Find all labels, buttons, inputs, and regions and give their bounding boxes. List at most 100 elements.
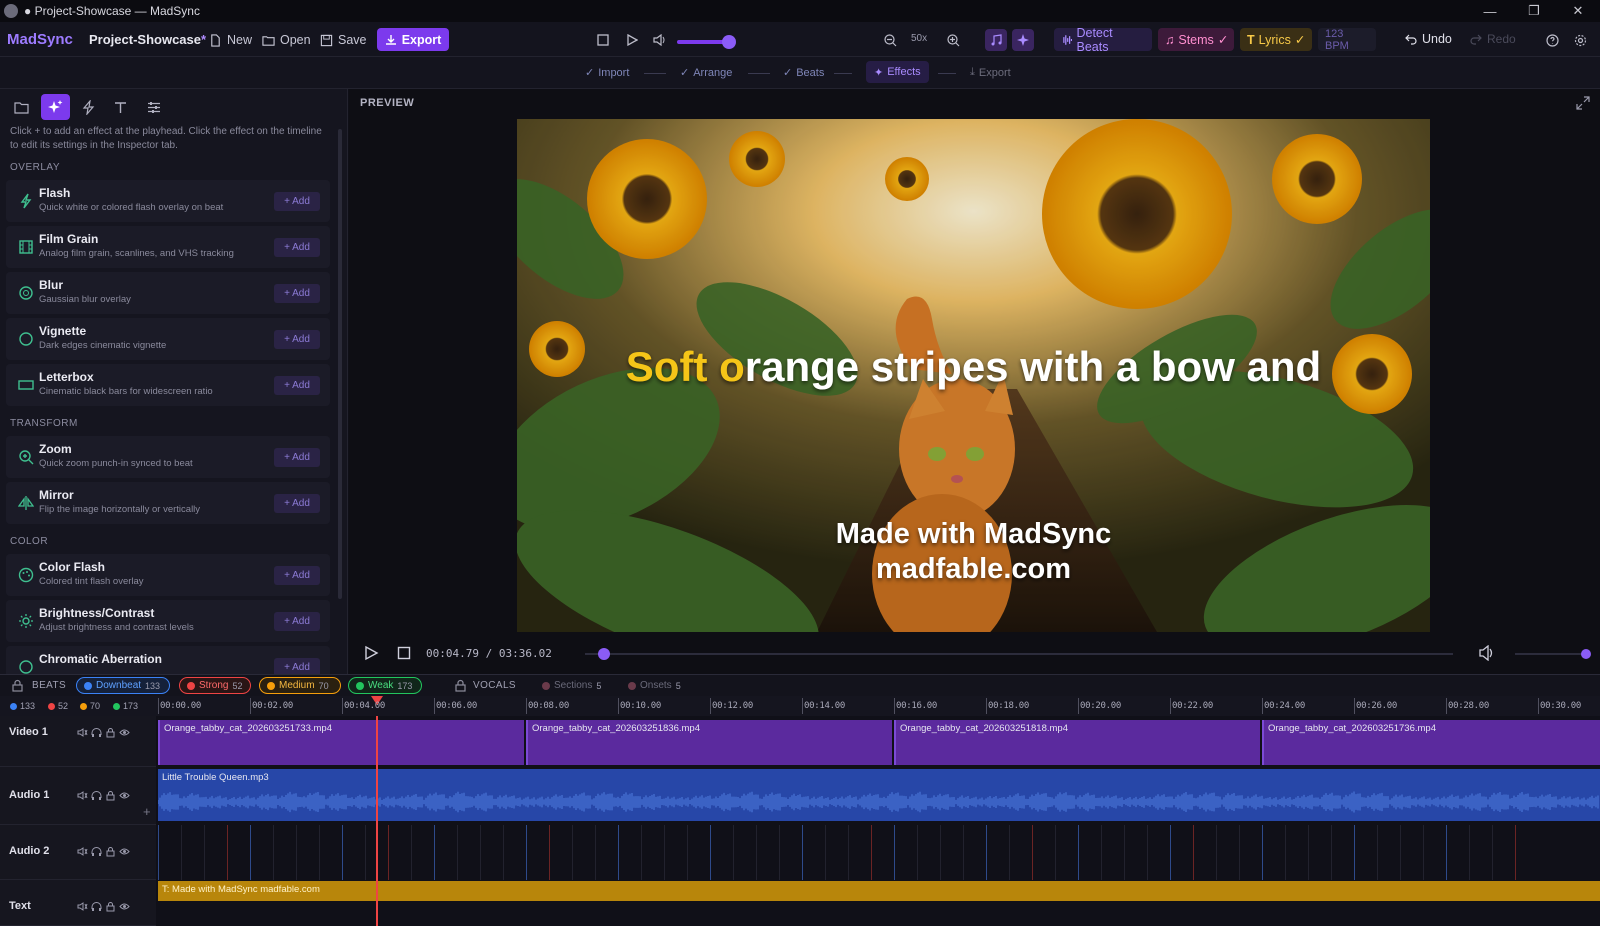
chip-downbeat[interactable]: Downbeat133 [76,677,170,694]
open-button[interactable]: Open [262,29,311,51]
add-letterbox-button[interactable]: + Add [274,376,320,395]
beat-marker [802,825,803,880]
video-clip[interactable]: Orange_tabby_cat_202603251818.mp4 [894,720,1260,765]
video-clip[interactable]: Orange_tabby_cat_202603251733.mp4 [158,720,524,765]
effect-card-vignette[interactable]: Vignette Dark edges cinematic vignette +… [6,318,330,360]
effect-card-film-grain[interactable]: Film Grain Analog film grain, scanlines,… [6,226,330,268]
chip-weak[interactable]: Weak173 [348,677,422,694]
add-color-flash-button[interactable]: + Add [274,566,320,585]
step-arrange[interactable]: ✓Arrange [680,66,732,79]
video-frame[interactable]: Soft orange stripes with a bow and Made … [517,119,1430,632]
vocals-lock-icon[interactable] [454,679,467,692]
lock-icon[interactable] [105,727,116,738]
expand-icon[interactable] [1576,96,1590,110]
scrub-handle[interactable] [598,648,610,660]
lock-icon[interactable] [11,679,24,692]
add-brightness-contrast-button[interactable]: + Add [274,612,320,631]
lock-icon[interactable] [105,790,116,801]
tab-effects[interactable] [41,94,70,120]
chip-sections[interactable]: Sections5 [535,677,608,694]
tab-media[interactable] [7,94,36,120]
scrub-bar[interactable] [585,653,1453,655]
music-note-button[interactable] [985,29,1007,51]
stop-icon[interactable] [397,646,411,660]
add-track-button[interactable]: + [143,804,151,819]
redo-button[interactable]: Redo [1470,32,1516,46]
add-chromatic-aberration-button[interactable]: + Add [274,658,320,674]
help-button[interactable] [1542,30,1562,50]
mute-icon[interactable] [77,727,88,738]
lyrics-button[interactable]: T Lyrics ✓ [1240,28,1312,51]
play-icon[interactable] [363,645,379,661]
magic-sync-button[interactable] [1012,29,1034,51]
headphones-icon[interactable] [91,727,102,738]
save-button[interactable]: Save [320,29,367,51]
video-clip[interactable]: Orange_tabby_cat_202603251736.mp4 [1262,720,1600,765]
effect-card-mirror[interactable]: Mirror Flip the image horizontally or ve… [6,482,330,524]
add-film-grain-button[interactable]: + Add [274,238,320,257]
master-volume-knob[interactable] [722,35,736,49]
sidebar-scrollbar[interactable] [338,129,342,599]
volume-button[interactable] [650,30,670,50]
stems-button[interactable]: ♫ Stems ✓ [1158,28,1234,51]
effect-card-color-flash[interactable]: Color Flash Colored tint flash overlay +… [6,554,330,596]
add-flash-button[interactable]: + Add [274,192,320,211]
mute-icon[interactable] [77,846,88,857]
step-import[interactable]: ✓Import [585,66,629,79]
step-export[interactable]: ⤓Export [970,66,1011,79]
tab-text[interactable] [106,94,135,120]
project-name[interactable]: Project-Showcase* [89,32,206,47]
export-button[interactable]: Export [377,28,449,51]
beat-marker [641,825,642,880]
eye-icon[interactable] [119,790,130,801]
effect-card-zoom[interactable]: Zoom Quick zoom punch-in synced to beat … [6,436,330,478]
add-blur-button[interactable]: + Add [274,284,320,303]
step-connector [834,73,852,74]
audio-clip[interactable]: Little Trouble Queen.mp3 [158,769,1600,821]
undo-button[interactable]: Undo [1405,32,1452,46]
preview-volume-handle[interactable] [1581,649,1591,659]
tab-transitions[interactable] [74,94,103,120]
chip-label: Weak [368,680,393,691]
text-clip[interactable]: T: Made with MadSync madfable.com [158,881,1600,901]
add-mirror-button[interactable]: + Add [274,494,320,513]
headphones-icon[interactable] [91,790,102,801]
eye-icon[interactable] [119,901,130,912]
minimize-button[interactable]: — [1468,0,1512,22]
chip-strong[interactable]: Strong52 [179,677,251,694]
step-effects[interactable]: ✦Effects [866,61,929,83]
timeline-ruler[interactable]: 133 52 70 173 00:00.0000:02.0000:04.0000… [0,696,1600,716]
zoom-out-button[interactable] [880,30,900,50]
settings-button[interactable] [1570,30,1590,50]
detect-beats-button[interactable]: Detect Beats [1054,28,1152,51]
effect-card-blur[interactable]: Blur Gaussian blur overlay + Add [6,272,330,314]
add-zoom-button[interactable]: + Add [274,448,320,467]
add-vignette-button[interactable]: + Add [274,330,320,349]
chip-medium[interactable]: Medium70 [259,677,341,694]
mute-icon[interactable] [77,790,88,801]
eye-icon[interactable] [119,846,130,857]
effect-card-chromatic-aberration[interactable]: Chromatic Aberration + Add [6,646,330,674]
preview-volume-track[interactable] [1515,653,1585,655]
maximize-button[interactable]: ❐ [1512,0,1556,22]
playhead-line[interactable] [376,716,378,926]
video-clip[interactable]: Orange_tabby_cat_202603251836.mp4 [526,720,892,765]
headphones-icon[interactable] [91,846,102,857]
eye-icon[interactable] [119,727,130,738]
headphones-icon[interactable] [91,901,102,912]
close-button[interactable]: ✕ [1556,0,1600,22]
effect-card-brightness-contrast[interactable]: Brightness/Contrast Adjust brightness an… [6,600,330,642]
effect-card-flash[interactable]: Flash Quick white or colored flash overl… [6,180,330,222]
lock-icon[interactable] [105,846,116,857]
lock-icon[interactable] [105,901,116,912]
stop-button[interactable] [593,30,613,50]
chip-onsets[interactable]: Onsets5 [621,677,688,694]
tab-inspector[interactable] [139,94,168,120]
play-button[interactable] [622,30,642,50]
mute-icon[interactable] [77,901,88,912]
zoom-in-button[interactable] [943,30,963,50]
new-button[interactable]: New [209,29,252,51]
step-beats[interactable]: ✓Beats [783,66,824,79]
speaker-icon[interactable] [1479,645,1495,661]
effect-card-letterbox[interactable]: Letterbox Cinematic black bars for wides… [6,364,330,406]
